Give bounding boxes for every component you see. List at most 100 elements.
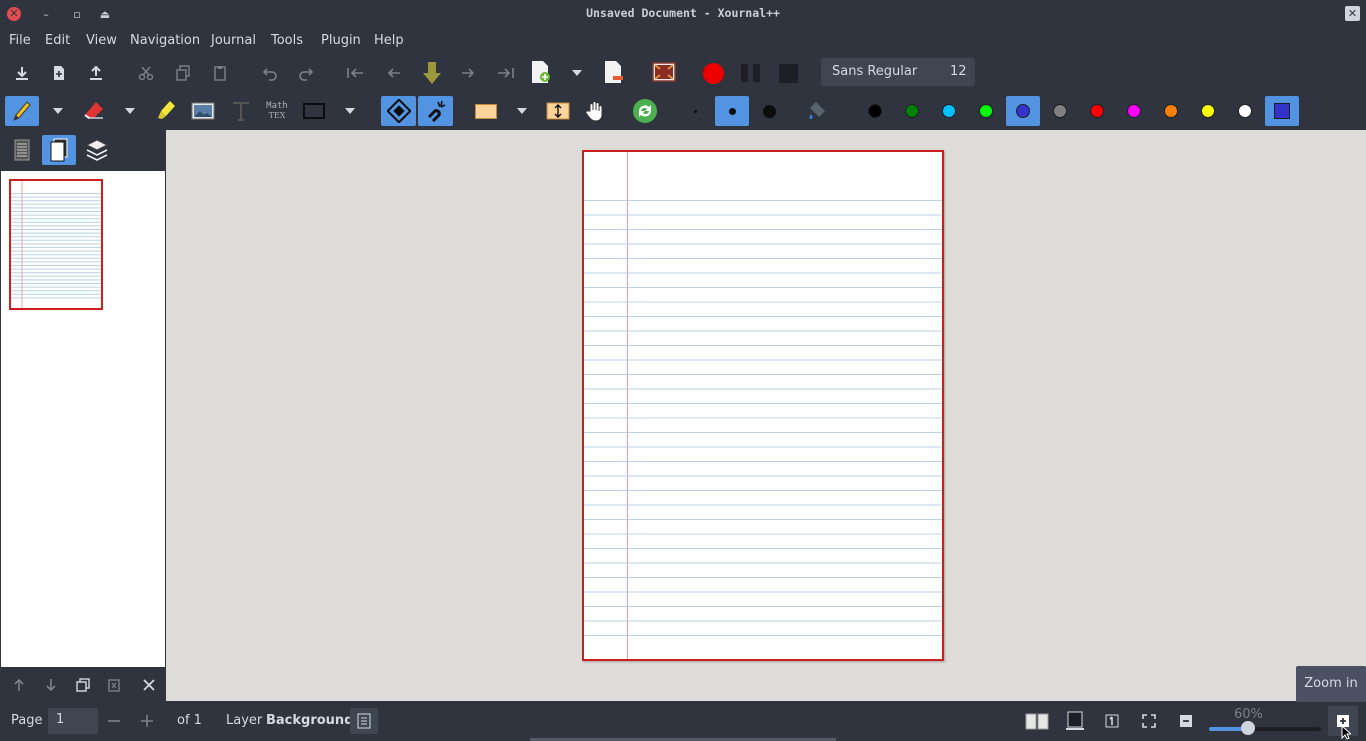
menu-journal[interactable]: Journal [211,33,256,48]
thin-line-button[interactable] [685,99,705,123]
latex-label-top: Math [266,101,288,111]
sidebar-tab-layers[interactable] [83,136,111,164]
color-dot [979,104,993,118]
menu-file[interactable]: File [9,33,31,48]
shape-rectangle-button[interactable] [300,99,328,123]
previous-page-icon[interactable] [384,63,404,83]
font-name: Sans Regular [832,64,918,79]
cut-icon[interactable] [136,63,156,83]
select-rectangle-button[interactable] [472,99,500,123]
color-dot [1164,104,1178,118]
delete-page-trash-icon[interactable] [104,675,124,695]
title-bar: ✕ – ▫ ⏏ Unsaved Document - Xournal++ ✕ [0,0,1366,28]
record-audio-icon[interactable] [701,61,725,85]
text-tool-button[interactable] [227,98,255,124]
pen-tool-button[interactable] [5,96,39,126]
menu-view[interactable]: View [86,33,117,48]
custom-color-button[interactable] [1265,96,1299,126]
window-title: Unsaved Document - Xournal++ [586,6,780,20]
shape-dropdown-icon[interactable] [343,105,357,117]
stop-audio-icon[interactable] [776,61,800,85]
medium-line-button[interactable] [715,96,749,126]
paste-icon[interactable] [210,63,230,83]
sidebar-tabs [0,130,166,170]
ruler-toggle-button[interactable] [381,96,416,126]
latex-tool-button[interactable]: Math TEX [262,98,292,124]
pause-audio-icon[interactable] [739,61,763,85]
sidebar-actions [0,668,166,702]
dual-page-icon[interactable] [1024,710,1050,732]
color-swatch-2[interactable] [895,96,929,126]
zoom-level: 60% [1234,707,1263,722]
document-canvas[interactable] [166,130,1366,701]
page-ruling [584,152,942,659]
presentation-view-icon[interactable] [1062,710,1088,732]
page-count: of 1 [177,713,202,728]
goto-page-icon[interactable] [420,60,444,86]
zoom-fit-icon[interactable] [1138,710,1160,732]
color-dot [1127,104,1141,118]
default-tool-button[interactable] [631,97,659,125]
last-page-icon[interactable] [494,63,516,83]
color-swatch-11[interactable] [1228,96,1262,126]
page-thumbnail-1[interactable] [9,179,103,310]
ruled-page[interactable] [582,150,944,661]
select-dropdown-icon[interactable] [515,105,529,117]
layer-selector[interactable]: Background [266,713,354,728]
page-increment-icon[interactable] [137,711,157,731]
snap-magnet-button[interactable] [418,96,453,126]
color-dot [942,104,956,118]
custom-color-swatch [1274,103,1290,119]
copy-icon[interactable] [173,63,193,83]
color-swatch-3[interactable] [932,96,966,126]
thick-line-button[interactable] [757,99,781,123]
insert-page-dropdown-icon[interactable] [570,67,584,79]
menu-help[interactable]: Help [374,33,404,48]
thumbnail-lines [11,181,101,308]
duplicate-page-icon[interactable] [73,675,93,695]
vertical-space-button[interactable] [544,98,572,124]
menu-tools[interactable]: Tools [271,33,303,48]
color-swatch-5[interactable] [1006,96,1040,126]
color-swatch-8[interactable] [1117,96,1151,126]
font-selector-button[interactable]: Sans Regular 12 [821,58,975,86]
sidebar-tab-pages[interactable] [42,135,76,165]
eraser-dropdown-icon[interactable] [123,105,137,117]
color-swatch-1[interactable] [858,96,892,126]
color-swatch-4[interactable] [969,96,1003,126]
delete-page-icon[interactable] [602,59,626,85]
zoom-100-icon[interactable] [1101,710,1123,732]
layer-visibility-button[interactable] [350,708,378,734]
menu-edit[interactable]: Edit [45,33,70,48]
eraser-tool-button[interactable] [80,98,108,124]
close-sidebar-icon[interactable] [139,675,159,695]
color-swatch-7[interactable] [1080,96,1114,126]
status-bar: Page 1 of 1 Layer Background 60% [0,701,1366,741]
menu-navigation[interactable]: Navigation [130,33,200,48]
save-icon[interactable] [12,63,32,83]
pen-dropdown-icon[interactable] [51,105,65,117]
page-number-input[interactable]: 1 [48,708,98,734]
fill-icon[interactable] [804,98,832,124]
new-document-icon[interactable] [49,63,69,83]
insert-page-icon[interactable] [529,59,553,85]
page-decrement-icon[interactable] [104,711,124,731]
sidebar-tab-preview[interactable] [8,136,36,164]
zoom-out-icon[interactable] [1175,710,1197,732]
undo-icon[interactable] [260,63,280,83]
highlighter-tool-button[interactable] [153,98,181,124]
color-swatch-6[interactable] [1043,96,1077,126]
image-tool-button[interactable] [189,98,217,124]
next-page-icon[interactable] [458,63,478,83]
first-page-icon[interactable] [346,63,366,83]
presentation-mode-icon[interactable] [651,60,677,84]
menu-plugin[interactable]: Plugin [321,33,361,48]
close-icon[interactable]: ✕ [1345,6,1360,21]
color-swatch-9[interactable] [1154,96,1188,126]
hand-tool-button[interactable] [581,98,609,124]
redo-icon[interactable] [296,63,316,83]
color-swatch-10[interactable] [1191,96,1225,126]
export-icon[interactable] [86,63,106,83]
move-page-up-icon[interactable] [9,675,29,695]
move-page-down-icon[interactable] [41,675,61,695]
